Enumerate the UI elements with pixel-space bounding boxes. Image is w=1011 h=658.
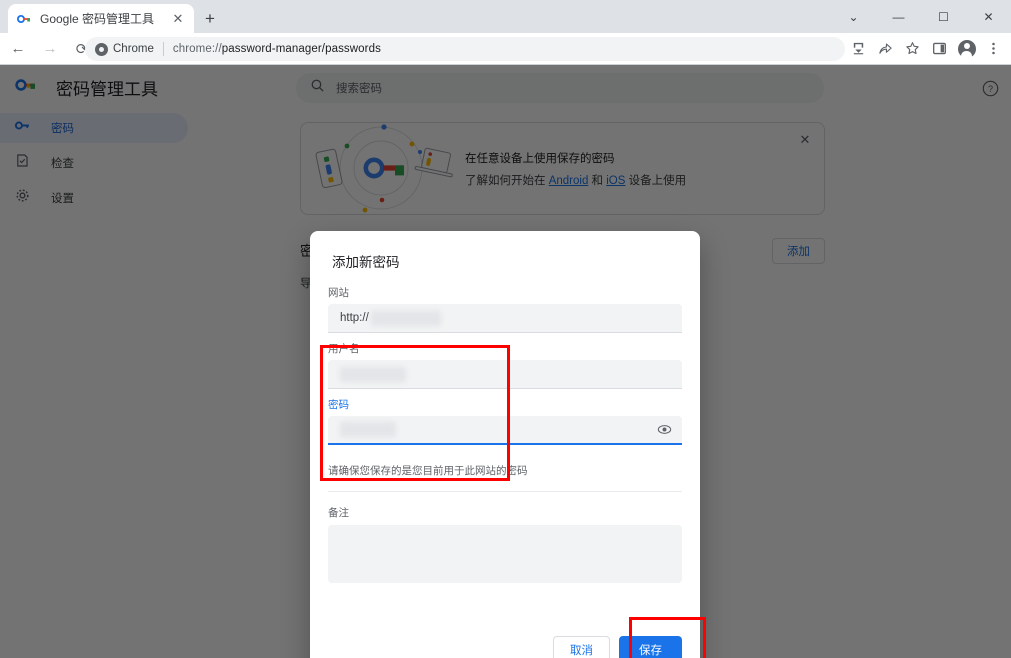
notes-textarea[interactable]: [328, 525, 682, 583]
share-icon[interactable]: [872, 35, 899, 62]
three-dot-menu-icon[interactable]: [980, 35, 1007, 62]
browser-tab[interactable]: Google 密码管理工具 ✕: [8, 4, 194, 33]
bookmark-star-icon[interactable]: [899, 35, 926, 62]
back-icon[interactable]: ←: [4, 35, 32, 63]
dialog-body: 网站 http:// 用户名 密码 请确保您保存的是您目前用于此网站的密码 备注: [310, 271, 700, 583]
username-input[interactable]: [328, 360, 682, 389]
notes-label: 备注: [328, 507, 349, 519]
window-close-button[interactable]: ✕: [966, 0, 1011, 33]
browser-window: Google 密码管理工具 ✕ + ⌄ — ☐ ✕ ← → ⟳ Chrome c…: [0, 0, 1011, 658]
key-icon: [16, 11, 32, 27]
save-button[interactable]: 保存: [619, 636, 682, 658]
site-value-redacted: [370, 310, 441, 326]
site-value: http://: [340, 312, 369, 324]
window-minimize-button[interactable]: —: [876, 0, 921, 33]
address-bar[interactable]: Chrome chrome://password-manager/passwor…: [85, 37, 845, 61]
omnibox-divider: [162, 42, 164, 56]
password-value-redacted: [340, 422, 396, 437]
tab-title: Google 密码管理工具: [40, 12, 155, 26]
dialog-title: 添加新密码: [332, 255, 400, 270]
password-hint: 请确保您保存的是您目前用于此网站的密码: [328, 453, 682, 492]
dialog-actions: 取消 保存: [553, 636, 682, 658]
password-label: 密码: [328, 399, 349, 411]
browser-toolbar: ← → ⟳ Chrome chrome://password-manager/p…: [0, 33, 1011, 64]
password-field: 密码: [328, 397, 682, 445]
cancel-button[interactable]: 取消: [553, 636, 610, 658]
site-input[interactable]: http://: [328, 304, 682, 333]
url-text: chrome://password-manager/passwords: [173, 43, 381, 55]
password-manager-page: 密码管理工具 搜索密码 ? 密码: [0, 65, 1011, 658]
window-controls: ⌄ — ☐ ✕: [831, 0, 1011, 33]
chrome-logo-icon: [95, 42, 108, 56]
window-maximize-button[interactable]: ☐: [921, 0, 966, 33]
url-scheme: chrome://: [172, 43, 222, 55]
site-field: 网站 http://: [328, 285, 682, 333]
username-label: 用户名: [328, 343, 360, 355]
site-label: 网站: [328, 287, 349, 299]
username-field: 用户名: [328, 341, 682, 389]
close-icon[interactable]: ✕: [170, 11, 186, 27]
profile-avatar-icon[interactable]: [953, 35, 980, 62]
window-expand-button[interactable]: ⌄: [831, 0, 876, 33]
side-panel-icon[interactable]: [926, 35, 953, 62]
password-input[interactable]: [328, 416, 682, 445]
new-tab-button[interactable]: +: [198, 7, 222, 31]
toolbar-actions: [845, 35, 1007, 62]
url-path: password-manager/passwords: [221, 43, 381, 55]
chrome-scheme-badge: Chrome: [95, 42, 154, 56]
avatar: [957, 39, 976, 58]
downloads-icon[interactable]: [845, 35, 872, 62]
forward-icon[interactable]: →: [36, 35, 64, 63]
username-value-redacted: [340, 366, 406, 382]
tab-strip: Google 密码管理工具 ✕ + ⌄ — ☐ ✕: [0, 0, 1011, 33]
eye-icon[interactable]: [656, 422, 672, 438]
add-password-dialog: 添加新密码 网站 http:// 用户名 密码 请确保您保存的是您目前用于此网站…: [310, 231, 700, 658]
chrome-label: Chrome: [113, 43, 154, 55]
